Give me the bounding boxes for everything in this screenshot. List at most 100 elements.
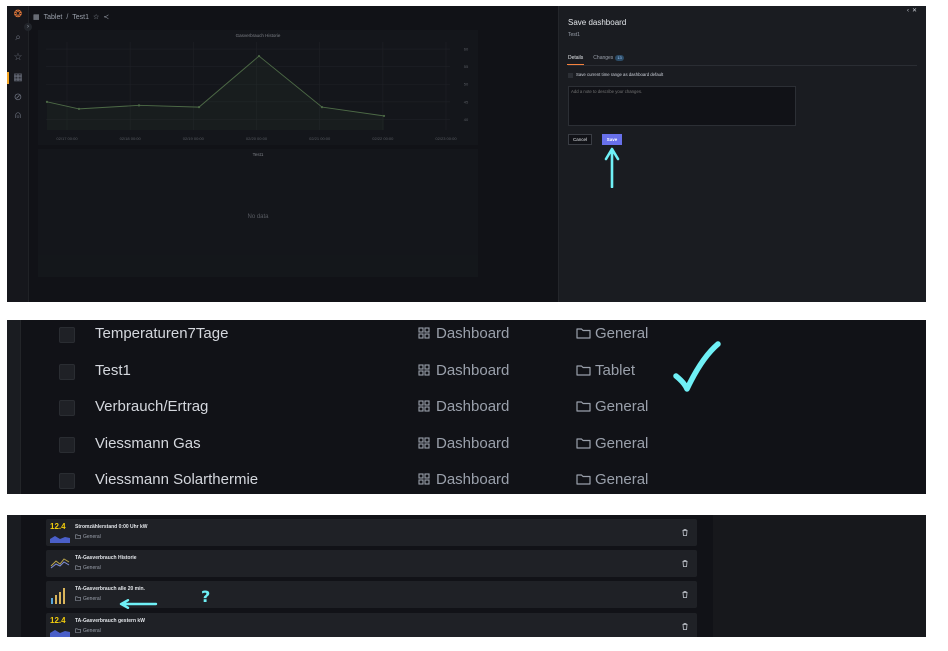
- active-indicator: [7, 72, 9, 84]
- dashboard-row[interactable]: Viessmann Solarthermie Dashboard General: [59, 469, 859, 493]
- dashboard-folder[interactable]: General: [576, 435, 648, 452]
- panel-folder: General: [75, 534, 101, 540]
- data-point: [77, 107, 81, 110]
- dashboard-folder-label: General: [595, 398, 649, 415]
- share-icon[interactable]: ≺: [103, 14, 109, 21]
- empty-panel[interactable]: Test1 No data: [38, 149, 478, 277]
- dashboard-folder-label: General: [595, 434, 649, 452]
- left-menu-strip: [7, 320, 21, 494]
- folder-icon: [576, 328, 591, 339]
- folder-icon: [75, 596, 81, 601]
- save-dashboard-drawer: ‹✕ Save dashboard Test1 Details Changes 1…: [558, 6, 926, 302]
- data-point: [137, 104, 141, 107]
- dashboard-row[interactable]: Temperaturen7Tage Dashboard General: [59, 323, 859, 347]
- folder-icon: [576, 474, 591, 485]
- timeseries-icon: [50, 558, 70, 569]
- dashboard-name[interactable]: Verbrauch/Ertrag: [95, 398, 208, 415]
- folder-icon: [75, 628, 81, 633]
- tab-divider: [568, 65, 917, 66]
- dashboard-grid-icon: [418, 400, 430, 412]
- tab-details[interactable]: Details: [566, 53, 585, 65]
- explore-icon[interactable]: ⊘: [12, 92, 24, 104]
- dashboard-grid-icon: [418, 436, 430, 449]
- delete-icon[interactable]: [682, 623, 688, 630]
- star-icon[interactable]: ☆: [12, 52, 24, 64]
- dashboard-folder-label: Tablet: [595, 361, 636, 379]
- dashboard-folder[interactable]: Tablet: [576, 362, 635, 379]
- breadcrumb-folder[interactable]: Tablet: [44, 14, 63, 21]
- breadcrumb-dashboard[interactable]: Test1: [72, 14, 89, 21]
- dashboard-folder[interactable]: General: [576, 471, 648, 488]
- row-checkbox[interactable]: [59, 363, 75, 380]
- delete-icon[interactable]: [682, 591, 688, 598]
- dashboard-type-label: Dashboard: [436, 325, 510, 342]
- annotation-arrow-up-icon: [604, 147, 620, 188]
- panel-title: TA-Gasverbrauch gestern kW: [75, 618, 145, 624]
- alerting-icon[interactable]: ⍝: [12, 110, 24, 122]
- star-icon[interactable]: ☆: [93, 14, 99, 21]
- x-tick-label: 02/20 00:00: [246, 136, 268, 141]
- dashboard-type: Dashboard: [418, 471, 509, 488]
- dashboard-row[interactable]: Viessmann Gas Dashboard General: [59, 433, 859, 457]
- grafana-save-dashboard-screenshot: ❂ ⌕ ☆ ▦ ⊘ ⍝ › ▦ Tablet / Test1 ☆ ≺ Gasverbrau…: [7, 6, 926, 302]
- delete-icon[interactable]: [682, 529, 688, 536]
- row-checkbox[interactable]: [59, 473, 75, 489]
- y-tick-label: 55: [464, 64, 469, 69]
- close-icon[interactable]: ✕: [912, 8, 920, 14]
- dashboard-type: Dashboard: [418, 362, 509, 379]
- dashboard-type: Dashboard: [418, 325, 509, 342]
- data-point: [382, 114, 386, 118]
- x-tick-label: 02/17 00:00: [56, 136, 78, 141]
- drawer-title: Save dashboard: [568, 18, 627, 27]
- dashboard-type-label: Dashboard: [436, 471, 510, 488]
- dashboard-grid-icon: [418, 473, 430, 485]
- dashboard-folder[interactable]: General: [576, 398, 648, 415]
- tab-changes[interactable]: Changes 13: [593, 53, 624, 65]
- dashboard-row[interactable]: Test1 Dashboard Tablet: [59, 360, 859, 384]
- panel-folder: General: [75, 596, 101, 602]
- dashboard-row[interactable]: Verbrauch/Ertrag Dashboard General: [59, 396, 859, 420]
- library-panel-item[interactable]: 12.4 TA-Gasverbrauch gestern kW General: [46, 613, 697, 637]
- row-checkbox[interactable]: [59, 400, 75, 416]
- panel-folder: General: [75, 628, 101, 634]
- delete-icon[interactable]: [682, 560, 688, 567]
- chart-panel[interactable]: Gasverbrauch Historie 60 55 50 45 40 02/17 00…: [38, 30, 478, 145]
- save-time-range-label: Save current time range as dashboard def…: [576, 72, 664, 77]
- dashboards-icon[interactable]: ▦: [12, 72, 24, 84]
- library-panel-item[interactable]: 12.4 Stromzählerstand 0:00 Uhr kW General: [46, 519, 697, 546]
- dashboard-type-label: Dashboard: [436, 361, 510, 379]
- cancel-button[interactable]: Cancel: [568, 134, 592, 145]
- left-menu-strip: [7, 515, 21, 637]
- panel-folder: General: [75, 565, 101, 571]
- save-time-range-checkbox[interactable]: [568, 73, 573, 78]
- empty-panel-title: Test1: [252, 152, 264, 157]
- dashboard-folder[interactable]: General: [576, 325, 648, 342]
- library-panel-item[interactable]: TA-Gasverbrauch Historie General: [46, 550, 697, 577]
- dashboard-canvas: Gasverbrauch Historie 60 55 50 45 40 02/17 00…: [31, 28, 561, 302]
- change-note-input[interactable]: [568, 86, 796, 126]
- dashboard-name[interactable]: Viessmann Solarthermie: [95, 471, 258, 488]
- drawer-subtitle: Test1: [568, 32, 580, 38]
- grafana-logo-icon[interactable]: ❂: [12, 9, 24, 21]
- stat-value: 12.4: [50, 522, 66, 531]
- annotation-arrow-left-icon: [119, 599, 158, 609]
- dashboard-type: Dashboard: [418, 435, 509, 452]
- x-tick-label: 02/18 00:00: [120, 136, 142, 141]
- bar-chart-icon: [51, 588, 65, 604]
- dashboard-type: Dashboard: [418, 398, 509, 415]
- data-point: [257, 54, 261, 58]
- dashboard-name[interactable]: Test1: [95, 362, 131, 379]
- search-icon[interactable]: ⌕: [12, 32, 24, 44]
- dashboard-name[interactable]: Viessmann Gas: [95, 435, 201, 452]
- stat-thumbnail: 12.4: [50, 522, 70, 543]
- x-tick-label: 02/22 00:00: [372, 136, 394, 141]
- annotation-question-mark: ?: [201, 587, 211, 606]
- x-tick-label: 02/19 00:00: [183, 136, 205, 141]
- dashboard-name[interactable]: Temperaturen7Tage: [95, 325, 228, 342]
- dashboard-grid-icon: [418, 363, 430, 376]
- breadcrumb: ▦ Tablet / Test1 ☆ ≺: [33, 12, 113, 24]
- row-checkbox[interactable]: [59, 327, 75, 343]
- drawer-controls: ‹✕: [907, 7, 920, 14]
- panel-folder-label: General: [83, 565, 101, 571]
- row-checkbox[interactable]: [59, 436, 75, 453]
